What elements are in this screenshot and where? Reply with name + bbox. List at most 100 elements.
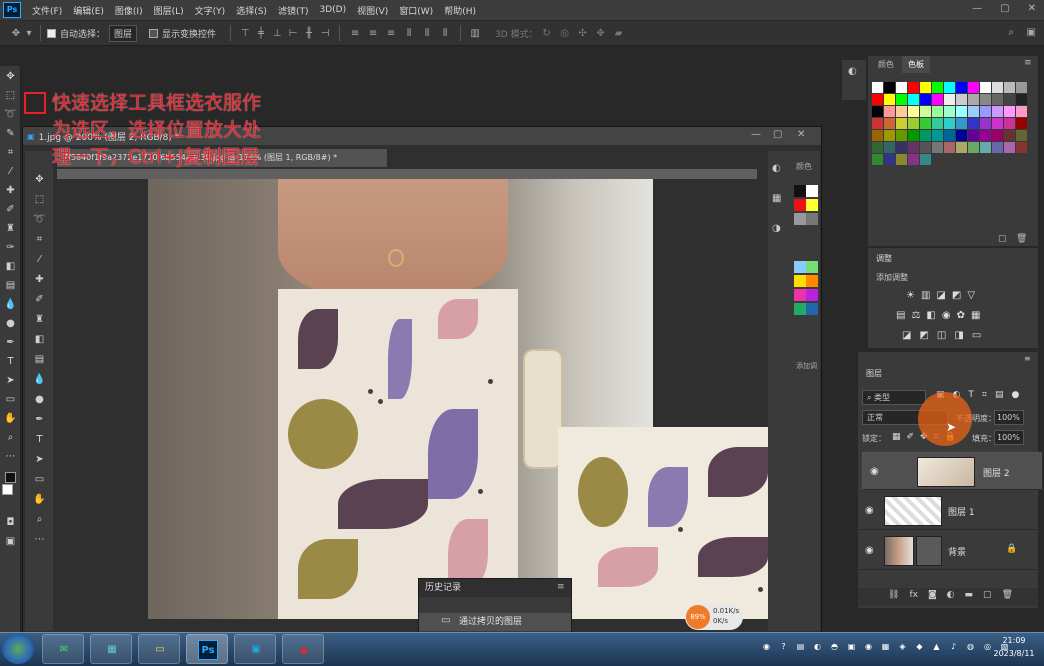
swatch[interactable] [896, 94, 907, 105]
swatch[interactable] [920, 106, 931, 117]
tab-color[interactable]: 颜色 [872, 56, 900, 73]
path-select-tool-icon[interactable]: ➤ [2, 372, 19, 389]
swatch[interactable] [932, 106, 943, 117]
bw-icon[interactable]: ◧ [926, 310, 935, 321]
acrobat-button[interactable]: ▲ [282, 634, 324, 664]
marquee-tool-icon[interactable]: ⬚ [2, 87, 19, 104]
swatch[interactable] [920, 142, 931, 153]
crop-tool-icon[interactable]: ⌗ [2, 144, 19, 161]
tray-app-icon[interactable]: ▤ [794, 640, 807, 653]
distribute-hcenter-icon[interactable]: ⦀ [418, 28, 436, 39]
swatch[interactable] [956, 106, 967, 117]
align-hcenter-icon[interactable]: ╫ [301, 28, 317, 39]
fx-icon[interactable]: fx [909, 590, 918, 600]
restore-button[interactable]: ▢ [1000, 3, 1009, 14]
threshold-icon[interactable]: ◫ [937, 330, 946, 341]
tray-app-icon[interactable]: ◆ [913, 640, 926, 653]
fill-input[interactable]: 100% [994, 430, 1024, 445]
eye-icon[interactable]: ◉ [865, 505, 874, 516]
swatch[interactable] [872, 142, 883, 153]
swatch[interactable] [884, 82, 895, 93]
calendar-app-button[interactable]: ▦ [90, 634, 132, 664]
shape-tool-icon[interactable]: ▭ [2, 391, 19, 408]
curves-icon[interactable]: ◪ [936, 290, 945, 301]
swatch[interactable] [932, 94, 943, 105]
swatch[interactable] [872, 106, 883, 117]
wechat-app-button[interactable]: ✉ [42, 634, 84, 664]
swatch[interactable] [944, 118, 955, 129]
hue-sat-icon[interactable]: ▤ [896, 310, 905, 321]
swatch[interactable] [794, 289, 806, 301]
swatch[interactable] [920, 118, 931, 129]
swatch[interactable] [794, 213, 806, 225]
align-right-icon[interactable]: ⊣ [317, 28, 333, 39]
type-tool-icon[interactable]: T [31, 431, 48, 448]
panel-menu-icon[interactable]: ≡ [1024, 354, 1031, 363]
layer-filter-kind[interactable]: 类型 [874, 393, 890, 402]
tray-app-icon[interactable]: ◈ [896, 640, 909, 653]
swatch[interactable] [980, 82, 991, 93]
eyedropper-tool-icon[interactable]: ⁄ [2, 163, 19, 180]
swatch[interactable] [1016, 142, 1027, 153]
delete-layer-icon[interactable]: 🗑 [1002, 590, 1013, 600]
show-transform-checkbox[interactable] [149, 28, 159, 38]
swatch[interactable] [1016, 118, 1027, 129]
swatch[interactable] [932, 118, 943, 129]
swatch[interactable] [1004, 130, 1015, 141]
swatch[interactable] [968, 130, 979, 141]
menu-3d[interactable]: 3D(D) [319, 5, 346, 15]
lasso-tool-icon[interactable]: ➰ [2, 106, 19, 123]
type-tool-icon[interactable]: T [2, 353, 19, 370]
swatch[interactable] [992, 130, 1003, 141]
brush-tool-icon[interactable]: ✐ [31, 291, 48, 308]
swatch[interactable] [896, 142, 907, 153]
hand-tool-icon[interactable]: ✋ [2, 410, 19, 427]
swatch[interactable] [806, 275, 818, 287]
doc-minimize-button[interactable]: — [751, 129, 761, 140]
stamp-tool-icon[interactable]: ♜ [2, 220, 19, 237]
swatch[interactable] [908, 106, 919, 117]
tray-app-icon[interactable]: ◉ [862, 640, 875, 653]
brush-tool-icon[interactable]: ✐ [2, 201, 19, 218]
zoom-tool-icon[interactable]: ⌕ [31, 511, 48, 528]
swatch[interactable] [1004, 106, 1015, 117]
tray-app-icon[interactable]: ◓ [828, 640, 841, 653]
swatch[interactable] [884, 94, 895, 105]
exposure-icon[interactable]: ◩ [952, 290, 961, 301]
swatch[interactable] [896, 154, 907, 165]
adjustments-title[interactable]: 调整 [876, 253, 892, 264]
swatch[interactable] [794, 303, 806, 315]
delete-swatch-icon[interactable]: 🗑 [1016, 234, 1027, 244]
layers-title[interactable]: 图层 [866, 368, 882, 379]
doc-restore-button[interactable]: ▢ [773, 129, 782, 140]
move-tool-icon[interactable]: ✥ [2, 68, 19, 85]
color-lookup-icon[interactable]: ▦ [971, 310, 980, 321]
new-group-icon[interactable]: ▬ [965, 590, 974, 600]
swatch[interactable] [896, 130, 907, 141]
taskbar-clock[interactable]: 21:09 2023/8/11 [992, 634, 1036, 660]
blur-tool-icon[interactable]: 💧 [31, 371, 48, 388]
eyedropper-tool-icon[interactable]: ⁄ [31, 251, 48, 268]
swatch[interactable] [872, 154, 883, 165]
swatch[interactable] [1004, 118, 1015, 129]
swatch-grid[interactable] [872, 82, 1032, 232]
start-button[interactable] [2, 634, 34, 664]
image-viewer-button[interactable]: ▣ [234, 634, 276, 664]
swatch[interactable] [794, 261, 806, 273]
swatch[interactable] [980, 94, 991, 105]
swatch[interactable] [908, 82, 919, 93]
distribute-left-icon[interactable]: ⦀ [400, 28, 418, 39]
distribute-right-icon[interactable]: ⦀ [436, 28, 454, 39]
swatch[interactable] [1016, 130, 1027, 141]
swatch[interactable] [806, 289, 818, 301]
history-brush-icon[interactable]: ✑ [2, 239, 19, 256]
eraser-tool-icon[interactable]: ◧ [2, 258, 19, 275]
filter-smart-icon[interactable]: ▤ [995, 390, 1004, 400]
dodge-tool-icon[interactable]: ● [31, 391, 48, 408]
swatch[interactable] [980, 130, 991, 141]
photo-filter-icon[interactable]: ◉ [942, 310, 951, 321]
swatch[interactable] [908, 142, 919, 153]
eraser-tool-icon[interactable]: ◧ [31, 331, 48, 348]
swatch[interactable] [884, 106, 895, 117]
tray-app-icon[interactable]: ▦ [879, 640, 892, 653]
